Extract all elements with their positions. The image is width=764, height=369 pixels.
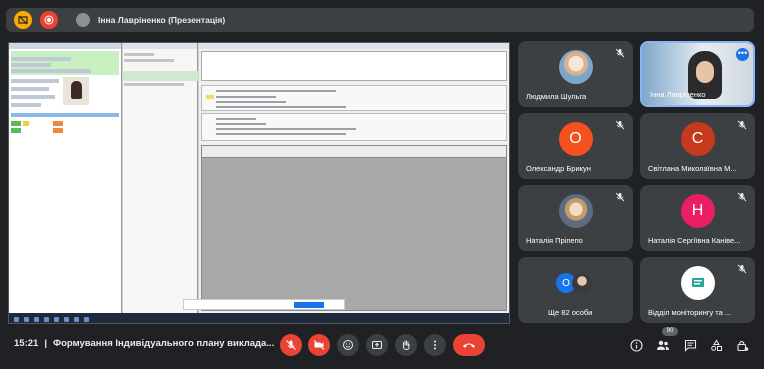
mic-off-icon [615,192,625,202]
participant-name: Олександр Брикун [526,164,591,173]
camera-toggle-button[interactable] [308,334,330,356]
avatar: Н [680,194,715,228]
participant-tile[interactable]: Наталія Пріпепо [518,185,633,251]
mic-off-icon [737,192,747,202]
mic-toggle-button[interactable] [280,334,302,356]
shared-taskbar [9,313,509,323]
present-screen-button[interactable] [366,334,388,356]
clock: 15:21 [14,338,39,349]
info-icon [629,338,643,352]
emoji-icon [343,340,353,350]
mic-off-icon [615,48,625,58]
department-logo-icon [691,278,704,287]
shared-notification [183,299,345,310]
participant-tile[interactable]: О Олександр Брикун [518,113,633,179]
activities-button[interactable] [709,338,723,352]
participant-tile[interactable]: Відділ моніторингу та ... [640,257,755,323]
avatar-stack: О [556,273,592,293]
host-controls-button[interactable] [735,338,749,352]
activities-icon [710,339,722,351]
more-options-button[interactable] [424,334,446,356]
people-icon [657,340,669,350]
shared-app-right-panel [199,43,509,313]
mic-off-icon [615,120,625,130]
camera-off-icon [313,340,325,350]
mic-off-icon [286,340,296,350]
participant-name: Людмила Шульга [526,92,587,101]
avatar: С [680,122,715,156]
people-button[interactable] [656,338,670,352]
participant-name: Наталія Пріпепо [526,236,583,245]
shared-data-grid [201,145,507,311]
participant-name: Наталія Сергіївна Каніве... [648,236,741,245]
leave-call-button[interactable] [453,334,485,356]
avatar: О [558,122,593,156]
mic-off-icon [737,264,747,274]
avatar [572,273,592,293]
chat-icon [684,339,696,352]
host-controls-icon [736,340,748,351]
participants-count-badge: 90 [662,327,678,336]
separator: | [44,338,47,349]
meeting-info: 15:21 | Формування Індивідуального плану в… [14,338,274,349]
presentation-bar: Інна Лавріненко (Презентація) [6,8,754,32]
participant-name: Ще 82 особи [548,308,593,317]
participant-tile[interactable]: С Світлана Миколаївна М... [640,113,755,179]
end-call-icon [463,343,475,348]
shared-screen[interactable] [8,42,510,324]
more-options-icon[interactable]: ••• [736,48,749,61]
record-icon[interactable] [40,11,58,29]
chat-button[interactable] [683,338,697,352]
more-vert-icon [434,340,436,350]
meeting-title: Формування Індивідуального плану виклада… [52,338,275,349]
present-screen-icon [372,341,382,349]
reactions-button[interactable] [337,334,359,356]
participant-tile[interactable]: Н Наталія Сергіївна Каніве... [640,185,755,251]
more-participants-tile[interactable]: О Ще 82 особи [518,257,633,323]
avatar [558,50,593,84]
mic-off-icon [737,120,747,130]
meeting-details-button[interactable] [629,338,643,352]
participant-name: Відділ моніторингу та ... [648,308,732,317]
raise-hand-icon [402,340,410,351]
participant-name: Інна Лавріненко [650,90,706,99]
presenter-title: Інна Лавріненко (Презентація) [98,15,226,25]
presenter-avatar [76,13,90,27]
avatar [558,194,593,228]
shared-profile-photo [63,77,89,105]
stop-presenting-icon[interactable] [14,11,32,29]
raise-hand-button[interactable] [395,334,417,356]
shared-app-middle-panel [123,43,198,313]
shared-app-left-panel [9,43,122,313]
avatar [680,266,715,300]
participant-tile[interactable]: ••• Інна Лавріненко [640,41,755,107]
participant-name: Світлана Миколаївна М... [648,164,737,173]
participant-tile[interactable]: Людмила Шульга [518,41,633,107]
